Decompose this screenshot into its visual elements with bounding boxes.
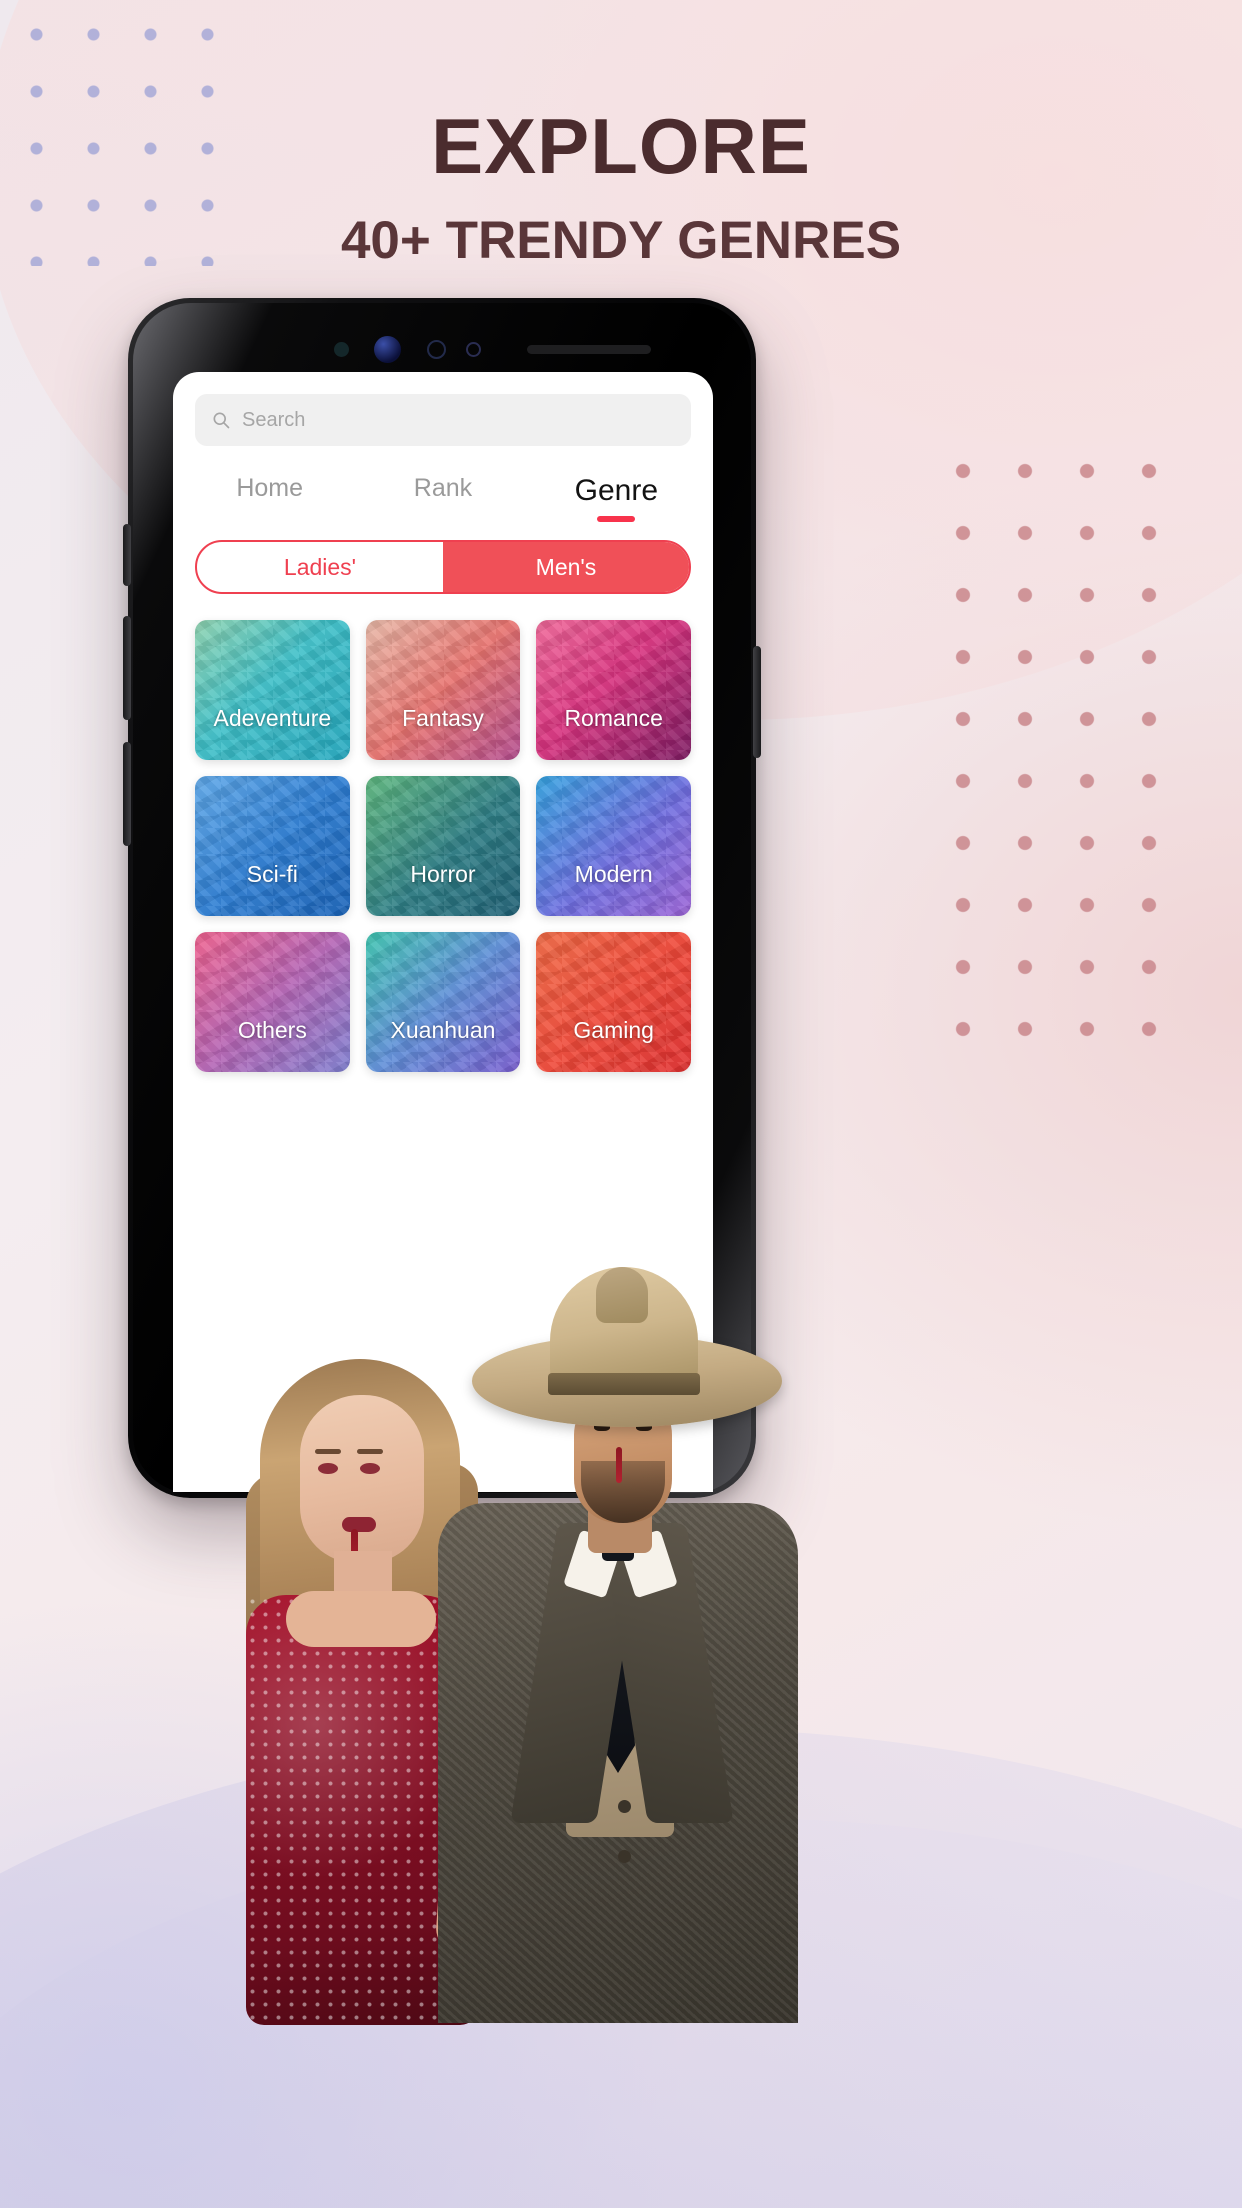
genre-card-gaming[interactable]: Gaming	[536, 932, 691, 1072]
woman-eyebrow-left	[315, 1449, 341, 1454]
man-jacket-button-bottom	[618, 1850, 631, 1863]
genre-card-label: Gaming	[573, 1017, 654, 1043]
promo-subtitle: 40+ TRENDY GENRES	[340, 210, 902, 270]
genre-card-label: Xuanhuan	[390, 1017, 496, 1043]
genre-card-sci-fi[interactable]: Sci-fi	[195, 776, 350, 916]
iris-scanner-icon	[427, 340, 446, 359]
genre-card-label: Modern	[574, 861, 653, 887]
cowboy-hat-band	[548, 1373, 700, 1395]
proximity-sensor-icon	[334, 342, 349, 357]
promo-characters	[238, 1233, 798, 2025]
woman-face	[300, 1395, 424, 1563]
man-jacket-button-top	[618, 1800, 631, 1813]
genre-card-label: Others	[237, 1017, 307, 1043]
decorative-dots-right	[932, 440, 1192, 1040]
segment-ladies[interactable]: Ladies'	[197, 542, 443, 592]
search-icon	[213, 412, 230, 429]
woman-eye-left	[318, 1463, 338, 1474]
genre-card-modern[interactable]: Modern	[536, 776, 691, 916]
tab-home[interactable]: Home	[183, 474, 356, 522]
phone-sensor-cluster	[128, 334, 756, 364]
segment-ladies-label: Ladies'	[283, 553, 357, 580]
segment-mens-label: Men's	[535, 553, 597, 580]
phone-button-bixby[interactable]	[123, 524, 131, 586]
genre-card-adeventure[interactable]: Adeventure	[195, 620, 350, 760]
promo-title: EXPLORE	[431, 102, 811, 190]
front-camera-icon	[374, 336, 401, 363]
nav-tabs: Home Rank Genre	[173, 474, 713, 522]
genre-card-label: Fantasy	[402, 705, 484, 731]
light-sensor-icon	[466, 342, 481, 357]
tab-rank[interactable]: Rank	[356, 474, 529, 522]
genre-card-xuanhuan[interactable]: Xuanhuan	[365, 932, 521, 1072]
woman-lips	[342, 1517, 376, 1532]
genre-grid: Adeventure Fantasy Romance Sci-fi Horror…	[195, 620, 691, 1072]
woman-shoulder	[286, 1591, 436, 1647]
tab-active-indicator	[597, 516, 636, 522]
tab-rank-label: Rank	[413, 474, 473, 502]
tab-genre-label: Genre	[574, 474, 659, 507]
genre-card-label: Sci-fi	[246, 861, 298, 887]
genre-card-others[interactable]: Others	[195, 932, 350, 1072]
genre-card-horror[interactable]: Horror	[365, 776, 521, 916]
woman-eyebrow-right	[357, 1449, 383, 1454]
phone-button-volume-down[interactable]	[123, 742, 131, 846]
genre-card-romance[interactable]: Romance	[536, 620, 691, 760]
earpiece-speaker	[527, 345, 651, 354]
phone-button-volume-up[interactable]	[123, 616, 131, 720]
tab-genre[interactable]: Genre	[530, 474, 703, 522]
tab-home-label: Home	[236, 474, 303, 502]
cowboy-hat-crease	[596, 1267, 648, 1323]
genre-card-label: Adeventure	[213, 705, 332, 731]
search-input[interactable]: Search	[195, 394, 691, 446]
search-placeholder: Search	[242, 408, 306, 431]
promo-headings: EXPLORE 40+ TRENDY GENRES	[0, 102, 1242, 271]
genre-card-label: Horror	[410, 861, 476, 887]
woman-eye-right	[360, 1463, 380, 1474]
gender-segmented-control: Ladies' Men's	[195, 540, 691, 594]
genre-card-label: Romance	[564, 705, 663, 731]
segment-mens[interactable]: Men's	[443, 542, 689, 592]
phone-button-power[interactable]	[753, 646, 761, 758]
character-cowboy-man	[438, 1233, 798, 2023]
man-blood-drip	[616, 1447, 622, 1483]
genre-card-fantasy[interactable]: Fantasy	[365, 620, 521, 760]
